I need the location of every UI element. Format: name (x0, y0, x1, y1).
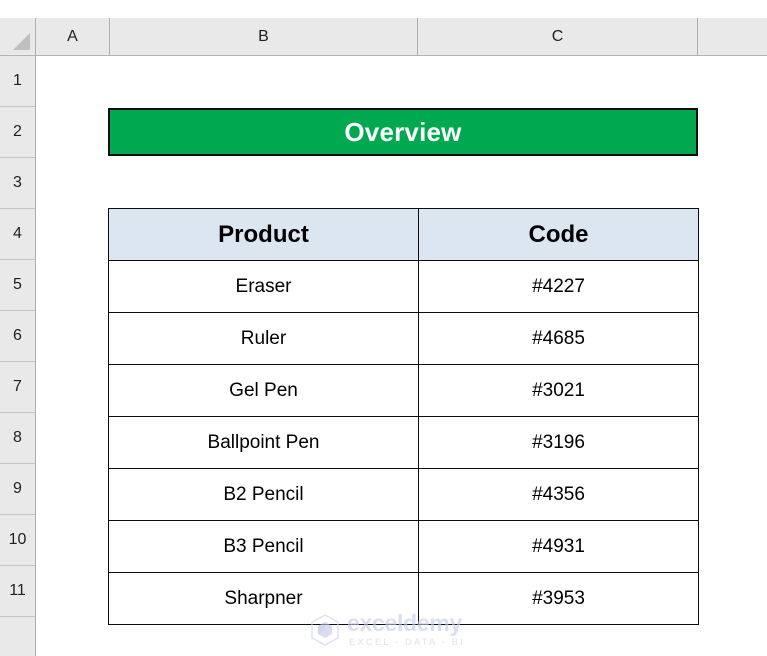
row-header-11[interactable]: 11 (0, 566, 35, 617)
row-header-10-label: 10 (8, 531, 27, 548)
row-header-8-label: 8 (13, 429, 22, 446)
cell-product[interactable]: B3 Pencil (108, 520, 419, 573)
cell-code[interactable]: #4356 (418, 468, 699, 521)
exceldemy-watermark: exceldemy EXCEL - DATA - BI (310, 612, 465, 648)
spreadsheet-canvas: A B C 1 2 3 4 5 6 7 8 9 10 11 Overview P… (0, 0, 767, 656)
cell-product[interactable]: Ruler (108, 312, 419, 365)
column-header-c-label: C (551, 27, 564, 45)
row-header-5-label: 5 (13, 276, 22, 293)
product-code-table: Product Code Eraser #4227 Ruler #4685 Ge… (108, 208, 699, 625)
column-header-b[interactable]: B (110, 18, 418, 55)
column-header-c[interactable]: C (418, 18, 698, 55)
cell-code[interactable]: #4685 (418, 312, 699, 365)
row-header-12[interactable] (0, 617, 35, 656)
cell-product[interactable]: B2 Pencil (108, 468, 419, 521)
table-header-row: Product Code (108, 208, 699, 261)
cell-code[interactable]: #4931 (418, 520, 699, 573)
row-header-7-label: 7 (13, 378, 22, 395)
cell-product[interactable]: Ballpoint Pen (108, 416, 419, 469)
row-header-4-label: 4 (13, 225, 22, 242)
row-header-9-label: 9 (13, 480, 22, 497)
column-header-b-label: B (258, 27, 269, 45)
watermark-text-wrap: exceldemy EXCEL - DATA - BI (347, 612, 465, 648)
row-header-5[interactable]: 5 (0, 260, 35, 311)
table-row: Gel Pen #3021 (108, 364, 699, 417)
column-header-band: A B C (0, 18, 767, 56)
row-header-3[interactable]: 3 (0, 158, 35, 209)
row-header-10[interactable]: 10 (0, 515, 35, 566)
select-all-triangle-icon (13, 33, 30, 50)
row-header-1[interactable]: 1 (0, 56, 35, 107)
select-all-corner[interactable] (0, 18, 36, 55)
table-row: Ballpoint Pen #3196 (108, 416, 699, 469)
row-header-6[interactable]: 6 (0, 311, 35, 362)
exceldemy-logo-icon (311, 613, 339, 646)
row-header-column: 1 2 3 4 5 6 7 8 9 10 11 (0, 56, 36, 656)
overview-title-banner[interactable]: Overview (108, 108, 698, 156)
row-header-9[interactable]: 9 (0, 464, 35, 515)
watermark-tagline: EXCEL - DATA - BI (349, 637, 465, 648)
column-header-product[interactable]: Product (108, 208, 419, 261)
cell-code[interactable]: #3021 (418, 364, 699, 417)
column-header-a[interactable]: A (36, 18, 110, 55)
table-row: Eraser #4227 (108, 260, 699, 313)
row-header-2[interactable]: 2 (0, 107, 35, 158)
row-header-11-label: 11 (9, 582, 26, 599)
watermark-brand-name: exceldemy (347, 610, 462, 636)
row-header-3-label: 3 (13, 174, 22, 191)
overview-title-text: Overview (344, 116, 462, 147)
table-row: Ruler #4685 (108, 312, 699, 365)
row-header-4[interactable]: 4 (0, 209, 35, 260)
row-header-6-label: 6 (13, 327, 22, 344)
row-header-1-label: 1 (13, 72, 22, 89)
cell-code[interactable]: #4227 (418, 260, 699, 313)
row-header-7[interactable]: 7 (0, 362, 35, 413)
table-row: B3 Pencil #4931 (108, 520, 699, 573)
table-row: B2 Pencil #4356 (108, 468, 699, 521)
column-header-a-label: A (67, 27, 78, 45)
row-header-2-label: 2 (13, 123, 22, 140)
cell-product[interactable]: Eraser (108, 260, 419, 313)
cell-code[interactable]: #3196 (418, 416, 699, 469)
cell-product[interactable]: Gel Pen (108, 364, 419, 417)
column-header-d[interactable] (698, 18, 767, 55)
top-blank-strip (0, 0, 767, 18)
column-header-code[interactable]: Code (418, 208, 699, 261)
row-header-8[interactable]: 8 (0, 413, 35, 464)
